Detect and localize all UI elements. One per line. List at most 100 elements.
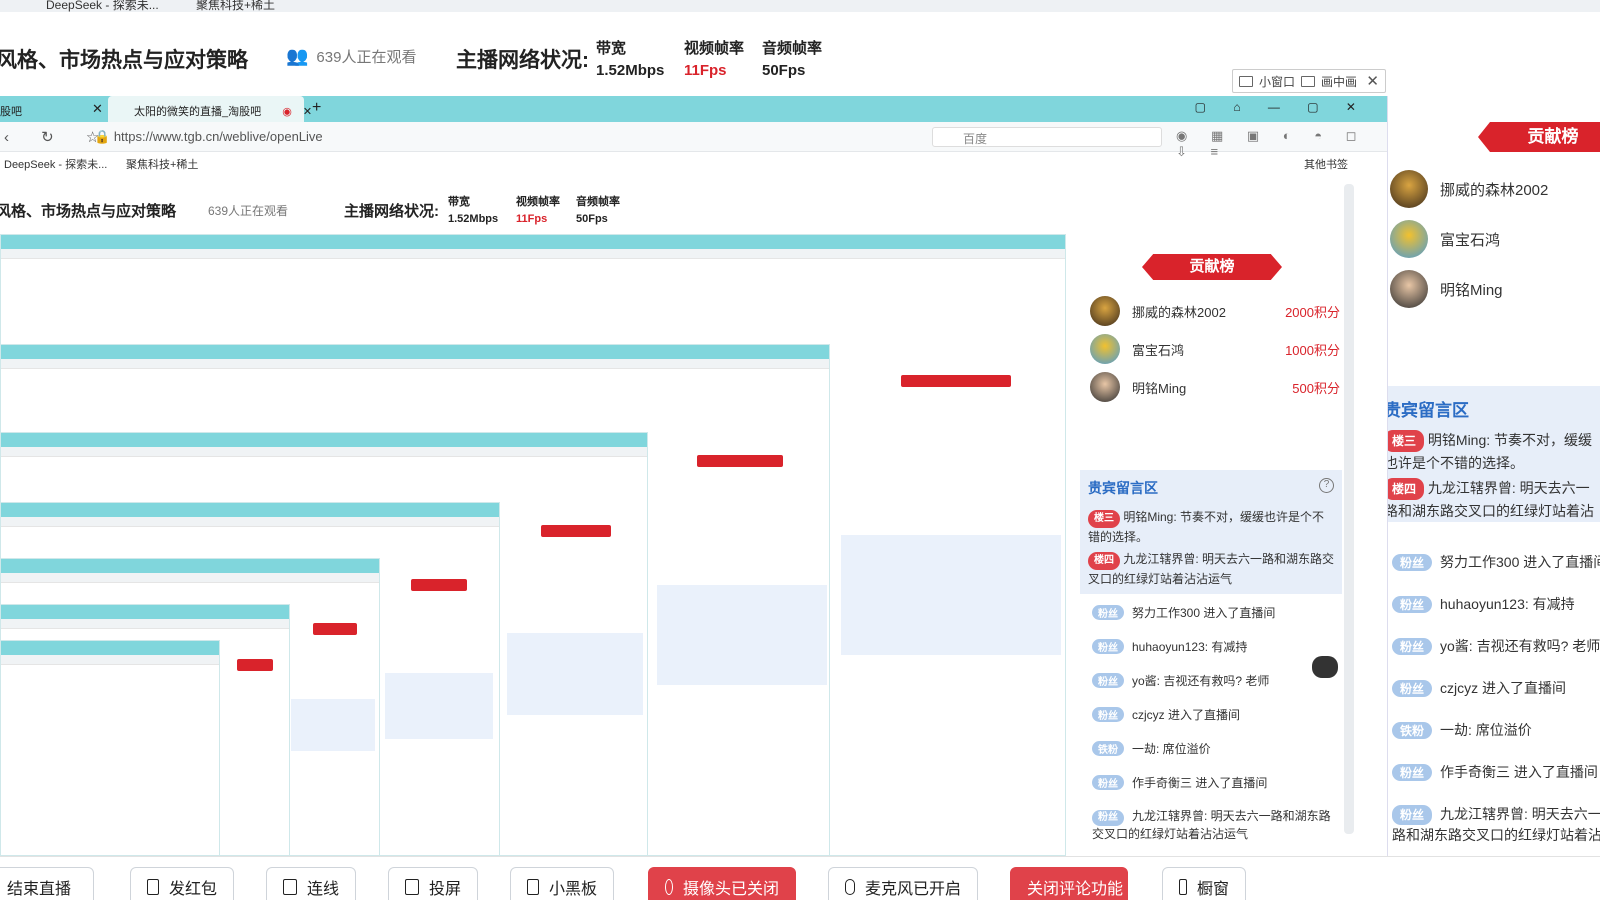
os-tab-jujiao[interactable]: 聚焦科技+稀土 bbox=[196, 0, 275, 12]
close-comments-label: 关闭评论功能 bbox=[1027, 881, 1124, 898]
chat-item: 粉丝 huhaoyun123: 有减持 bbox=[1092, 638, 1342, 672]
tab-close-icon[interactable]: ✕ bbox=[303, 106, 312, 118]
viewer-count-label: 639人正在观看 bbox=[316, 49, 417, 66]
bandwidth-label: 带宽 bbox=[596, 40, 627, 57]
screen-cast-label: 投屏 bbox=[428, 881, 461, 898]
video-fps-metric: 视频帧率 11Fps bbox=[684, 38, 744, 82]
fan-tag: 粉丝 bbox=[1092, 673, 1124, 688]
url-field[interactable]: 🔒 https://www.tgb.cn/weblive/openLive bbox=[80, 127, 910, 147]
chat-text: 九龙江辖界曾: 明天去六一路和湖东路交叉口的红绿灯站着沾沾运气 bbox=[1092, 809, 1331, 841]
showcase-icon bbox=[1179, 879, 1187, 895]
floor-tag: 楼三 bbox=[1088, 510, 1120, 528]
tab-close-icon[interactable]: ✕ bbox=[92, 101, 103, 117]
window-controls[interactable]: ▢ ⌂ — ▢ ✕ bbox=[1195, 100, 1368, 114]
rank-name: 明铭Ming bbox=[1440, 281, 1503, 299]
user-icon: 👥 bbox=[286, 46, 309, 66]
help-icon[interactable]: ? bbox=[1319, 478, 1334, 493]
chat-text: 一劫: 席位溢价 bbox=[1132, 742, 1211, 756]
showcase-button[interactable]: 橱窗 bbox=[1162, 867, 1246, 900]
pip-button[interactable]: 画中画 bbox=[1321, 73, 1357, 90]
chat-item: 粉丝 作手奇衡三 进入了直播间 bbox=[1092, 774, 1342, 808]
showcase-label: 橱窗 bbox=[1196, 881, 1229, 898]
outer-rank-row[interactable]: 挪威的森林2002 bbox=[1388, 164, 1600, 214]
inner-header: 风格、市场热点与应对策略 639人正在观看 主播网络状况: 带宽 1.52Mbp… bbox=[0, 176, 1387, 228]
inner-net-label: 主播网络状况: bbox=[344, 203, 439, 220]
fan-tag: 铁粉 bbox=[1392, 722, 1433, 739]
browser-tab-prev[interactable]: 股吧 bbox=[0, 103, 22, 119]
browser-tab-bar: 股吧 ✕ 太阳的微笑的直播_淘股吧 ◉ ✕ + ▢ ⌂ — ▢ ✕ bbox=[0, 96, 1387, 122]
blackboard-button[interactable]: 小黑板 bbox=[510, 867, 614, 900]
connect-label: 连线 bbox=[306, 881, 339, 898]
mic-icon bbox=[845, 879, 855, 895]
outer-rank-title: 贡献榜 bbox=[1478, 122, 1600, 152]
chat-item: 粉丝九龙江辖界曾: 明天去六一路和湖东路交叉口的红绿灯站着沾沾运气 bbox=[1092, 808, 1342, 842]
bookmark-jujiao[interactable]: 聚焦科技+稀土 bbox=[126, 156, 198, 172]
inner-video-fps-label: 视频帧率 bbox=[516, 196, 560, 208]
rank-name: 富宝石鸿 bbox=[1440, 231, 1501, 249]
rank-title: 贡献榜 bbox=[1142, 254, 1282, 280]
url-text: https://www.tgb.cn/weblive/openLive bbox=[113, 129, 323, 144]
screen-cast-button[interactable]: 投屏 bbox=[388, 867, 478, 900]
screen-cast-icon bbox=[405, 879, 419, 895]
guest-message: 楼四 九龙江辖界曾: 明天去六一路和湖东路交叉口的红绿灯站着沾沾运气 bbox=[1088, 550, 1334, 588]
robot-icon[interactable] bbox=[1312, 656, 1338, 678]
chat-item: 粉丝 yo酱: 吉视还有救吗? 老师 bbox=[1092, 672, 1342, 706]
fan-tag: 粉丝 bbox=[1392, 638, 1433, 655]
inner-bandwidth: 带宽 1.52Mbps bbox=[448, 194, 498, 228]
inner-audio-fps-label: 音频帧率 bbox=[576, 196, 620, 208]
audio-fps-label: 音频帧率 bbox=[762, 40, 823, 57]
red-packet-button[interactable]: 发红包 bbox=[130, 867, 234, 900]
rank-score: 2000积分 bbox=[1285, 304, 1340, 320]
bookmark-deepseek[interactable]: DeepSeek - 探索未... bbox=[4, 156, 107, 172]
viewer-count: 👥 639人正在观看 bbox=[286, 46, 416, 67]
recursive-capture bbox=[0, 234, 1092, 856]
bandwidth-value: 1.52Mbps bbox=[596, 62, 665, 79]
pip-controls: 小窗口 画中画 ✕ bbox=[1232, 69, 1386, 93]
net-status-label: 主播网络状况: bbox=[456, 49, 589, 72]
fan-tag: 铁粉 bbox=[1092, 741, 1124, 756]
inner-audio-fps-value: 50Fps bbox=[576, 213, 608, 225]
mic-toggle-button[interactable]: 麦克风已开启 bbox=[828, 867, 978, 900]
chat-item: 粉丝九龙江辖界曾: 明天去六一路和湖东路交叉口的红绿灯站着沾沾运气 bbox=[1392, 804, 1600, 846]
small-window-button[interactable]: 小窗口 bbox=[1259, 73, 1295, 90]
close-comments-button[interactable]: 关闭评论功能 bbox=[1010, 867, 1128, 900]
outer-right-panel: 贡献榜 挪威的森林2002 富宝石鸿 明铭Ming 贵宾留言区 楼三 明铭Min… bbox=[1388, 96, 1600, 856]
os-tab-deepseek[interactable]: DeepSeek - 探索未... bbox=[46, 0, 159, 12]
screen-share-stage: 股吧 ✕ 太阳的微笑的直播_淘股吧 ◉ ✕ + ▢ ⌂ — ▢ ✕ ‹ ↻ ☆ … bbox=[0, 96, 1388, 856]
video-fps-value: 11Fps bbox=[684, 62, 727, 79]
small-window-icon[interactable] bbox=[1239, 75, 1253, 87]
chat-text: 努力工作300 进入了直播间 bbox=[1132, 606, 1276, 620]
outer-rank-row[interactable]: 富宝石鸿 bbox=[1388, 214, 1600, 264]
browser-tab-active[interactable]: 太阳的微笑的直播_淘股吧 ◉ ✕ bbox=[108, 96, 312, 122]
chat-text: 一劫: 席位溢价 bbox=[1440, 722, 1532, 738]
scrollbar[interactable] bbox=[1344, 184, 1354, 834]
chat-text: czjcyz 进入了直播间 bbox=[1132, 708, 1241, 722]
fan-tag: 粉丝 bbox=[1092, 605, 1124, 620]
rank-row[interactable]: 明铭Ming 500积分 bbox=[1090, 368, 1340, 406]
avatar bbox=[1090, 372, 1120, 402]
connect-button[interactable]: 连线 bbox=[266, 867, 356, 900]
chat-text: czjcyz 进入了直播间 bbox=[1440, 680, 1567, 696]
floor-tag: 楼四 bbox=[1088, 552, 1120, 570]
browser-search-input[interactable]: 百度 bbox=[932, 127, 1162, 147]
outer-rank-row[interactable]: 明铭Ming bbox=[1388, 264, 1600, 314]
rank-row[interactable]: 富宝石鸿 1000积分 bbox=[1090, 330, 1340, 368]
new-tab-icon[interactable]: + bbox=[312, 99, 321, 117]
pip-icon[interactable] bbox=[1301, 75, 1316, 87]
close-icon[interactable]: ✕ bbox=[1366, 72, 1379, 90]
fan-tag: 粉丝 bbox=[1392, 764, 1433, 781]
red-packet-label: 发红包 bbox=[168, 881, 217, 898]
end-live-button[interactable]: 结束直播 bbox=[0, 867, 94, 900]
chat-item: 铁粉 一劫: 席位溢价 bbox=[1092, 740, 1342, 774]
outer-guest-title: 贵宾留言区 bbox=[1388, 401, 1469, 420]
camera-toggle-button[interactable]: 摄像头已关闭 bbox=[648, 867, 796, 900]
browser-tab-active-label: 太阳的微笑的直播_淘股吧 bbox=[134, 106, 262, 118]
avatar bbox=[1090, 334, 1120, 364]
rank-row[interactable]: 挪威的森林2002 2000积分 bbox=[1090, 292, 1340, 330]
avatar bbox=[1390, 270, 1428, 308]
chat-text: 作手奇衡三 进入了直播间 bbox=[1132, 776, 1268, 790]
bookmark-other[interactable]: 其他书签 bbox=[1304, 156, 1348, 172]
inner-title: 风格、市场热点与应对策略 bbox=[0, 203, 177, 220]
chat-text: huhaoyun123: 有减持 bbox=[1440, 596, 1575, 612]
floor-tag: 楼四 bbox=[1388, 478, 1425, 500]
